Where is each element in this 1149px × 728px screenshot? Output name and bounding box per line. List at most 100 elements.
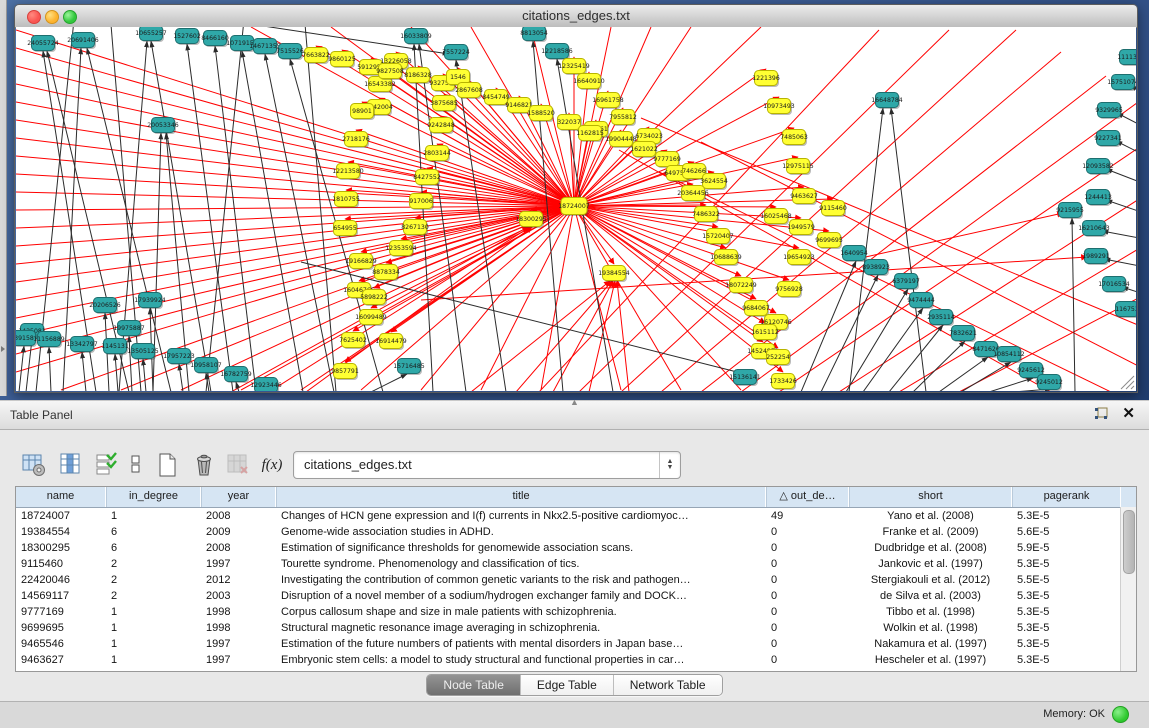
- network-node[interactable]: 9699695: [815, 233, 843, 250]
- table-cell[interactable]: 0: [766, 652, 849, 668]
- tab-node-table[interactable]: Node Table: [427, 675, 520, 695]
- table-row[interactable]: 1872400712008Changes of HCN gene express…: [16, 508, 1136, 524]
- table-row[interactable]: 946362711997Embryonic stem cells: a mode…: [16, 652, 1136, 668]
- table-cell[interactable]: 5.3E-5: [1012, 556, 1121, 572]
- network-node[interactable]: 1640954: [840, 246, 868, 263]
- table-cell[interactable]: Estimation of the future numbers of pati…: [276, 636, 766, 652]
- network-node[interactable]: 8878334: [372, 265, 400, 282]
- network-node[interactable]: 8427552: [413, 170, 441, 187]
- network-node[interactable]: 20053346: [147, 118, 179, 135]
- network-node[interactable]: 18724007: [558, 198, 590, 217]
- network-node[interactable]: 17016534: [1098, 277, 1130, 294]
- table-cell[interactable]: Stergiakouli et al. (2012): [849, 572, 1012, 588]
- table-cell[interactable]: 14569117: [16, 588, 106, 604]
- network-node[interactable]: 20364456: [677, 186, 709, 203]
- table-row[interactable]: 969969511998Structural magnetic resonanc…: [16, 620, 1136, 636]
- resize-grip-icon[interactable]: [1121, 376, 1134, 389]
- network-node[interactable]: 19166829: [345, 254, 377, 271]
- table-cell[interactable]: 22420046: [16, 572, 106, 588]
- table-cell[interactable]: Dudbridge et al. (2008): [849, 540, 1012, 556]
- network-node[interactable]: 9857791: [331, 364, 359, 381]
- network-node[interactable]: 16914479: [375, 334, 407, 351]
- network-node[interactable]: 10655257: [135, 27, 167, 42]
- new-column-icon[interactable]: [152, 450, 184, 480]
- table-cell[interactable]: 9777169: [16, 604, 106, 620]
- table-row[interactable]: 911546021997Tourette syndrome. Phenomeno…: [16, 556, 1136, 572]
- table-cell[interactable]: 2012: [201, 572, 276, 588]
- table-cell[interactable]: Yano et al. (2008): [849, 508, 1012, 524]
- network-node[interactable]: 24055724: [27, 36, 59, 53]
- table-cell[interactable]: 2003: [201, 588, 276, 604]
- network-node[interactable]: 12093582: [1082, 159, 1114, 176]
- network-node[interactable]: 1733426: [769, 374, 797, 391]
- network-node[interactable]: 2867608: [455, 83, 483, 100]
- network-node[interactable]: 252254: [766, 350, 791, 367]
- network-node[interactable]: 1162815: [576, 126, 604, 143]
- network-node[interactable]: 1221396: [752, 71, 780, 88]
- function-builder-icon[interactable]: f(x): [256, 450, 288, 480]
- table-cell[interactable]: 2: [106, 572, 201, 588]
- network-node[interactable]: 10958107: [190, 358, 222, 375]
- table-cell[interactable]: 0: [766, 524, 849, 540]
- network-node[interactable]: 7485063: [780, 130, 808, 147]
- table-cell[interactable]: 1: [106, 636, 201, 652]
- network-node[interactable]: 9242848: [427, 118, 455, 135]
- table-cell[interactable]: 2: [106, 588, 201, 604]
- network-node[interactable]: 7955812: [609, 110, 637, 127]
- network-node[interactable]: 1949579: [787, 220, 815, 237]
- table-cell[interactable]: 2009: [201, 524, 276, 540]
- column-settings-icon[interactable]: [18, 450, 50, 480]
- table-cell[interactable]: 2008: [201, 508, 276, 524]
- table-cell[interactable]: 5.6E-5: [1012, 524, 1121, 540]
- network-node[interactable]: 7663822: [302, 48, 330, 65]
- network-node[interactable]: 1989291: [1082, 249, 1110, 266]
- table-cell[interactable]: 0: [766, 588, 849, 604]
- table-cell[interactable]: 9115460: [16, 556, 106, 572]
- network-node[interactable]: 16961758: [592, 93, 624, 110]
- table-cell[interactable]: 9463627: [16, 652, 106, 668]
- table-row[interactable]: 946554611997Estimation of the future num…: [16, 636, 1136, 652]
- select-columns-icon[interactable]: [90, 450, 122, 480]
- network-node[interactable]: 16025468: [760, 209, 792, 226]
- float-panel-icon[interactable]: [1093, 406, 1109, 427]
- network-node[interactable]: 12975115: [782, 159, 814, 176]
- network-window[interactable]: citations_edges.txt 24055724206914061065…: [14, 4, 1138, 393]
- row-height-icon[interactable]: [120, 450, 152, 480]
- table-cell[interactable]: 1998: [201, 620, 276, 636]
- network-node[interactable]: 10688639: [710, 250, 742, 267]
- network-node[interactable]: 1244413: [1084, 190, 1112, 207]
- network-node[interactable]: 10854112: [993, 347, 1025, 364]
- network-node[interactable]: 11156889: [33, 332, 65, 349]
- column-header-out_de[interactable]: △ out_de…: [766, 487, 849, 507]
- network-node[interactable]: 7515526: [276, 44, 304, 61]
- network-node[interactable]: 2718176: [342, 132, 370, 149]
- table-selector-dropdown[interactable]: citations_edges.txt ▲▼: [293, 451, 681, 479]
- table-cell[interactable]: 0: [766, 540, 849, 556]
- table-row[interactable]: 1938455462009Genome-wide association stu…: [16, 524, 1136, 540]
- table-cell[interactable]: 1998: [201, 604, 276, 620]
- network-node[interactable]: 116753: [1115, 302, 1136, 319]
- tab-network-table[interactable]: Network Table: [613, 675, 722, 695]
- splitter-handle[interactable]: ▲: [570, 397, 579, 407]
- table-cell[interactable]: 1997: [201, 636, 276, 652]
- tab-edge-table[interactable]: Edge Table: [520, 675, 613, 695]
- network-node[interactable]: 6379197: [892, 274, 920, 291]
- table-cell[interactable]: Tibbo et al. (1998): [849, 604, 1012, 620]
- network-node[interactable]: 9245012: [1035, 375, 1063, 392]
- column-header-name[interactable]: name: [16, 487, 106, 507]
- table-cell[interactable]: de Silva et al. (2003): [849, 588, 1012, 604]
- table-cell[interactable]: 1: [106, 652, 201, 668]
- network-canvas[interactable]: 2405572420691406106552571527602846616010…: [16, 27, 1136, 391]
- table-cell[interactable]: 1: [106, 508, 201, 524]
- network-node[interactable]: 13342797: [66, 337, 98, 354]
- table-cell[interactable]: Embryonic stem cells: a model to study s…: [276, 652, 766, 668]
- network-node[interactable]: 16033809: [400, 29, 432, 46]
- column-header-year[interactable]: year: [201, 487, 276, 507]
- window-titlebar[interactable]: citations_edges.txt: [15, 5, 1137, 28]
- delete-column-icon[interactable]: [188, 450, 220, 480]
- network-node[interactable]: 8267130: [401, 220, 429, 237]
- network-node[interactable]: 8186328: [404, 68, 432, 85]
- table-cell[interactable]: 1997: [201, 652, 276, 668]
- column-header-short[interactable]: short: [849, 487, 1012, 507]
- network-node[interactable]: 2935114: [927, 310, 955, 327]
